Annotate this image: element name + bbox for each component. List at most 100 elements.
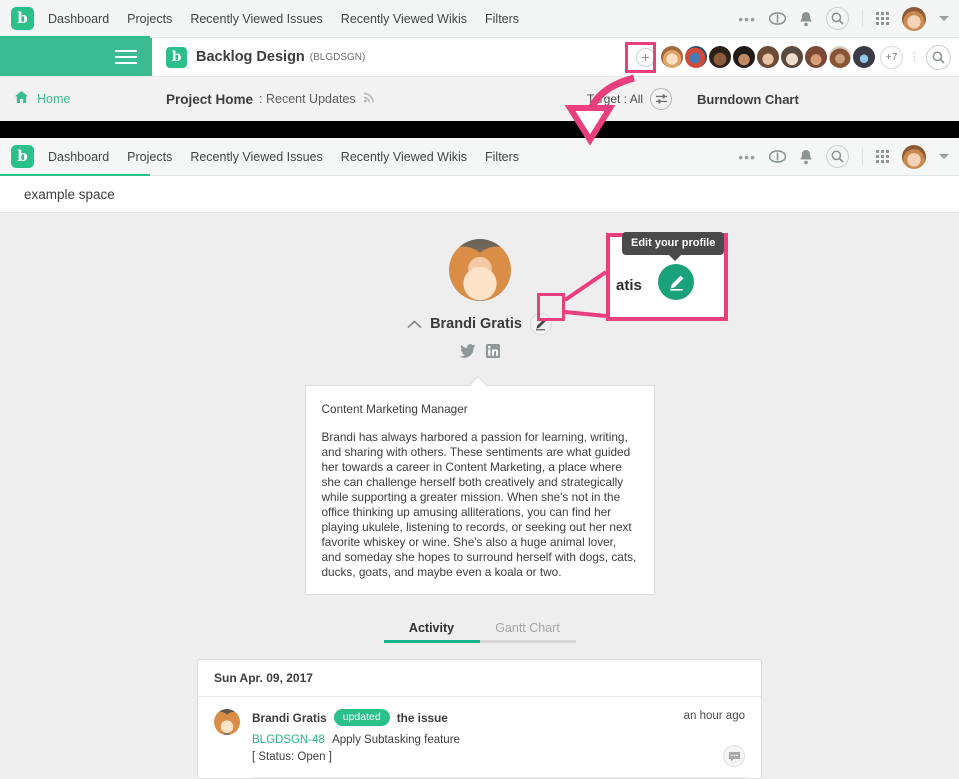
divider — [862, 10, 863, 27]
search-icon[interactable] — [826, 145, 849, 168]
active-nav-underline — [0, 174, 150, 176]
activity-user[interactable]: Brandi Gratis — [252, 711, 327, 725]
eye-icon[interactable] — [769, 12, 786, 25]
magnified-name-fragment: atis — [616, 277, 642, 294]
pencil-edit-icon[interactable] — [658, 264, 694, 300]
profile-avatar[interactable] — [448, 239, 511, 301]
magnified-callout: atis Edit your profile — [606, 232, 728, 321]
activity-date-header: Sun Apr. 09, 2017 — [198, 660, 761, 697]
profile-tabs: Activity Gantt Chart — [383, 621, 576, 643]
target-filter: Target : All — [587, 77, 673, 121]
activity-issue: BLGDSGN-48 Apply Subtasking feature — [252, 734, 745, 746]
apps-grid-icon[interactable] — [876, 150, 889, 163]
activity-headline: Brandi Gratis updated the issue — [252, 709, 745, 726]
activity-card: Sun Apr. 09, 2017 Brandi Gratis updated … — [197, 659, 762, 779]
member-avatar[interactable] — [829, 46, 851, 68]
pencil-edit-icon[interactable] — [529, 313, 552, 335]
avatar[interactable] — [902, 144, 926, 169]
menu-icon[interactable] — [115, 50, 137, 64]
activity-action: the issue — [396, 710, 448, 725]
avatar[interactable] — [902, 6, 926, 31]
profile-social-links — [0, 344, 959, 363]
home-label: Home — [37, 92, 71, 106]
nav-item-recently-viewed-issues[interactable]: Recently Viewed Issues — [190, 150, 322, 164]
member-avatar[interactable] — [781, 46, 803, 68]
chevron-down-icon[interactable] — [939, 154, 949, 159]
rss-icon[interactable] — [362, 90, 375, 108]
chevron-up-icon[interactable] — [407, 317, 422, 332]
project-name[interactable]: Backlog Design — [196, 49, 305, 65]
tooltip-edit-your-profile: Edit your profile — [622, 232, 725, 261]
member-avatar[interactable] — [757, 46, 779, 68]
global-nav-second: b Dashboard Projects Recently Viewed Iss… — [0, 138, 959, 176]
profile-bio-text: Brandi has always harbored a passion for… — [321, 430, 637, 579]
issue-summary[interactable]: Apply Subtasking feature — [332, 734, 460, 746]
global-nav-actions: ••• — [738, 138, 949, 175]
more-vertical-icon[interactable]: ⋮ — [909, 52, 920, 63]
member-avatar[interactable] — [709, 46, 731, 68]
search-icon[interactable] — [826, 7, 849, 30]
project-logo-icon: b — [166, 46, 187, 68]
nav-item-dashboard[interactable]: Dashboard — [48, 12, 109, 26]
status-badge: updated — [333, 709, 390, 726]
nav-item-recently-viewed-issues[interactable]: Recently Viewed Issues — [190, 12, 322, 26]
profile-bio-card: Content Marketing Manager Brandi has alw… — [304, 385, 655, 595]
member-avatar[interactable] — [661, 46, 683, 68]
chevron-down-icon[interactable] — [939, 16, 949, 21]
project-header: b Backlog Design (BLGDSGN) + +7 ⋮ — [0, 38, 959, 77]
activity-item-body: Brandi Gratis updated the issue BLGDSGN-… — [252, 709, 745, 778]
issue-key-link[interactable]: BLGDSGN-48 — [252, 734, 325, 746]
apps-grid-icon[interactable] — [876, 12, 889, 25]
section-divider — [0, 121, 959, 138]
space-header: example space — [0, 176, 959, 213]
twitter-icon[interactable] — [459, 344, 476, 363]
nav-item-projects[interactable]: Projects — [127, 150, 172, 164]
nav-item-projects[interactable]: Projects — [127, 12, 172, 26]
global-nav-links: Dashboard Projects Recently Viewed Issue… — [48, 12, 519, 26]
nav-item-filters[interactable]: Filters — [485, 12, 519, 26]
activity-item: Brandi Gratis updated the issue BLGDSGN-… — [198, 697, 761, 778]
backlog-logo-icon[interactable]: b — [11, 145, 34, 168]
sidebar-header — [0, 38, 152, 76]
nav-item-filters[interactable]: Filters — [485, 150, 519, 164]
activity-status: [ Status: Open ] — [252, 751, 332, 763]
avatar[interactable] — [214, 709, 240, 735]
nav-item-recently-viewed-wikis[interactable]: Recently Viewed Wikis — [341, 12, 467, 26]
sidebar-home-item[interactable]: Home — [0, 77, 152, 121]
target-label[interactable]: Target : All — [587, 92, 643, 106]
filter-sliders-icon[interactable] — [650, 88, 673, 110]
activity-timestamp: an hour ago — [683, 710, 745, 722]
backlog-logo-icon[interactable]: b — [11, 7, 34, 30]
global-nav-links: Dashboard Projects Recently Viewed Issue… — [48, 150, 519, 164]
profile-job-title: Content Marketing Manager — [321, 402, 468, 416]
bell-icon[interactable] — [799, 11, 813, 27]
more-dots-icon[interactable]: ••• — [738, 11, 756, 27]
linkedin-icon[interactable] — [486, 344, 500, 363]
burndown-chart-label[interactable]: Burndown Chart — [697, 92, 799, 107]
divider — [862, 148, 863, 165]
project-members: + +7 ⋮ — [636, 38, 951, 76]
global-nav-top: b Dashboard Projects Recently Viewed Iss… — [0, 0, 959, 38]
member-avatar[interactable] — [733, 46, 755, 68]
more-dots-icon[interactable]: ••• — [738, 149, 756, 165]
member-avatar[interactable] — [805, 46, 827, 68]
tab-underline — [383, 640, 576, 643]
project-key: (BLGDSGN) — [309, 51, 366, 63]
active-nav-underline — [0, 36, 150, 38]
page-subtitle: : Recent Updates — [259, 92, 356, 106]
add-member-button[interactable]: + — [636, 47, 655, 67]
global-nav-actions: ••• — [738, 0, 949, 37]
nav-item-recently-viewed-wikis[interactable]: Recently Viewed Wikis — [341, 150, 467, 164]
project-search-icon[interactable] — [926, 44, 951, 70]
member-overflow-count[interactable]: +7 — [880, 45, 903, 69]
member-avatar[interactable] — [853, 46, 875, 68]
bell-icon[interactable] — [799, 149, 813, 165]
sub-header: Home Project Home : Recent Updates Targe… — [0, 77, 959, 121]
eye-icon[interactable] — [769, 150, 786, 163]
nav-item-dashboard[interactable]: Dashboard — [48, 150, 109, 164]
profile-name-row: Brandi Gratis — [0, 313, 959, 335]
member-avatar[interactable] — [685, 46, 707, 68]
comment-icon[interactable] — [723, 745, 745, 767]
profile-page: Brandi Gratis Content Marketing Manager … — [0, 239, 959, 779]
sub-header-content: Project Home : Recent Updates Target : A… — [152, 77, 959, 121]
